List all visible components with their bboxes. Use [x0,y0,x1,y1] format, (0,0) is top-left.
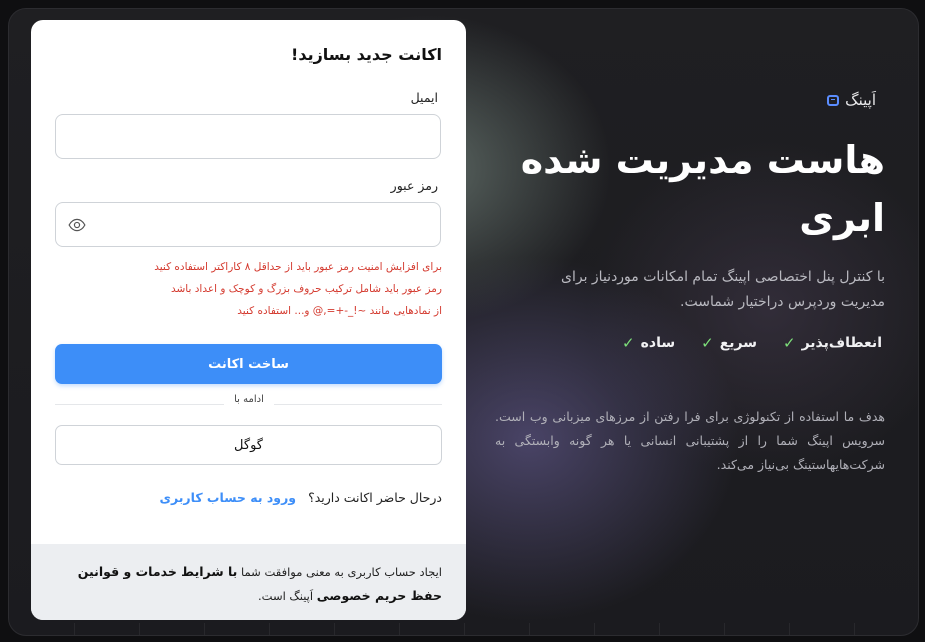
divider-label: ادامه با [224,394,274,405]
create-account-button[interactable]: ساخت اکانت [55,344,442,384]
feature-item: سریع ✓ [701,334,757,352]
password-field[interactable] [55,202,441,247]
check-icon: ✓ [701,334,714,352]
form-title: اکانت جدید بسازید! [291,45,442,64]
login-prompt: درحال حاضر اکانت دارید؟ [308,490,442,505]
password-label: رمز عبور [390,178,438,193]
feature-item: انعطاف‌پذیر ✓ [783,334,882,352]
check-icon: ✓ [782,334,796,352]
terms-prefix: ایجاد حساب کاربری به معنی موافقت شما [241,565,442,579]
hero-subtitle: با کنترل پنل اختصاصی اپینگ تمام امکانات … [561,269,885,310]
eye-icon[interactable] [68,216,86,234]
login-prompt-row: درحال حاضر اکانت دارید؟ ورود به حساب کار… [160,490,443,505]
email-label: ایمیل [410,90,438,105]
server-icon [827,94,840,106]
hero-title: هاست مدیریت شده ابری [520,138,885,240]
terms-footer: ایجاد حساب کاربری به معنی موافقت شما با … [31,544,466,620]
feature-label: انعطاف‌پذیر [801,335,882,351]
password-hint: از نمادهایی مانند ~!_-+=,@ و... استفاده … [237,305,442,317]
email-field[interactable] [55,114,441,159]
feature-label: ساده [640,335,676,351]
feature-list: انعطاف‌پذیر ✓ سریع ✓ ساده ✓ [622,334,882,352]
hero-description: هدف ما استفاده از تکنولوژی برای فرا رفتن… [495,409,885,472]
brand-name: اَپینگ [845,91,876,109]
login-link[interactable]: ورود به حساب کاربری [160,490,297,505]
feature-label: سریع [719,335,757,351]
password-hints: برای افزایش امنیت رمز عبور باید از حداقل… [52,256,442,322]
signup-card: اکانت جدید بسازید! ایمیل رمز عبور برای ا… [31,20,466,620]
decorative-grid [9,623,918,635]
password-hint: برای افزایش امنیت رمز عبور باید از حداقل… [154,261,442,273]
terms-text: ایجاد حساب کاربری به معنی موافقت شما با … [57,560,442,608]
check-icon: ✓ [622,334,635,352]
terms-suffix: اَپینگ است. [258,589,314,603]
google-signin-button[interactable]: گوگل [55,425,442,465]
brand-logo[interactable]: اَپینگ [827,91,876,109]
feature-item: ساده ✓ [622,334,675,352]
password-hint: رمز عبور باید شامل ترکیب حروف بزرگ و کوچ… [170,283,442,295]
